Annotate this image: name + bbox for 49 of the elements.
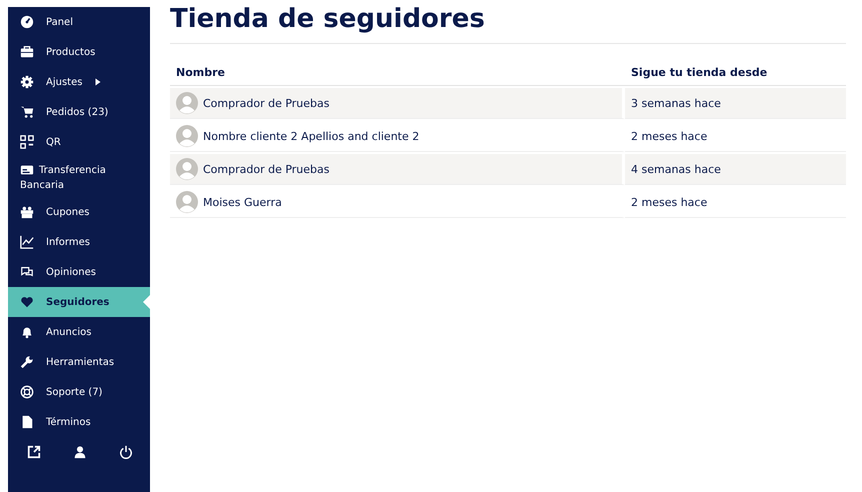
- avatar-icon: [176, 158, 198, 180]
- sidebar-item[interactable]: Transferencia Bancaria: [8, 157, 150, 197]
- wrench-icon: [20, 355, 34, 369]
- sidebar-item[interactable]: Anuncios: [8, 317, 150, 347]
- table-cell: 2 meses hace: [625, 187, 846, 218]
- avatar-icon: [176, 191, 198, 213]
- sidebar-item[interactable]: Informes: [8, 227, 150, 257]
- page-title: Tienda de seguidores: [170, 0, 846, 44]
- bell-icon: [20, 325, 34, 339]
- user-button[interactable]: [72, 445, 88, 461]
- column-header: Sigue tu tienda desde: [625, 60, 846, 86]
- heart-icon: [20, 295, 34, 309]
- sidebar-item[interactable]: Seguidores: [8, 287, 150, 317]
- sidebar-item[interactable]: Pedidos (23): [8, 97, 150, 127]
- sidebar-item[interactable]: Ajustes: [8, 67, 150, 97]
- power-button[interactable]: [118, 445, 134, 461]
- sidebar-item[interactable]: Panel: [8, 7, 150, 37]
- sidebar-item[interactable]: Soporte (7): [8, 377, 150, 407]
- column-header: Nombre: [170, 60, 625, 86]
- sidebar-item[interactable]: QR: [8, 127, 150, 157]
- briefcase-icon: [20, 45, 34, 59]
- cart-icon: [20, 105, 34, 119]
- customer-name: Moises Guerra: [203, 196, 282, 208]
- gear-icon: [20, 75, 34, 89]
- sidebar-item[interactable]: Términos: [8, 407, 150, 437]
- customer-name: Nombre cliente 2 Apellios and cliente 2: [203, 130, 420, 142]
- table-cell: 3 semanas hace: [625, 88, 846, 119]
- power-icon: [119, 445, 133, 459]
- card-icon: [20, 163, 34, 178]
- customer-name: Comprador de Pruebas: [203, 162, 330, 176]
- user-icon: [73, 445, 87, 459]
- table-cell: 2 meses hace: [625, 121, 846, 152]
- avatar-icon: [176, 92, 198, 114]
- sidebar-item[interactable]: Opiniones: [8, 257, 150, 287]
- gift-icon: [20, 205, 34, 219]
- sidebar-item[interactable]: Productos: [8, 37, 150, 67]
- lifebuoy-icon: [20, 385, 34, 399]
- chart-line-icon: [20, 235, 34, 249]
- sidebar-item[interactable]: Cupones: [8, 197, 150, 227]
- customer-name: Comprador de Pruebas: [203, 96, 330, 110]
- table-cell: 4 semanas hace: [625, 154, 846, 185]
- chat-bubbles-icon: [20, 265, 34, 279]
- gauge-icon: [20, 15, 34, 29]
- external-link-icon: [27, 445, 41, 459]
- external-link-button[interactable]: [26, 445, 42, 461]
- document-icon: [20, 415, 34, 429]
- qr-code-icon: [20, 135, 34, 149]
- sidebar-item[interactable]: Herramientas: [8, 347, 150, 377]
- avatar-icon: [176, 125, 198, 147]
